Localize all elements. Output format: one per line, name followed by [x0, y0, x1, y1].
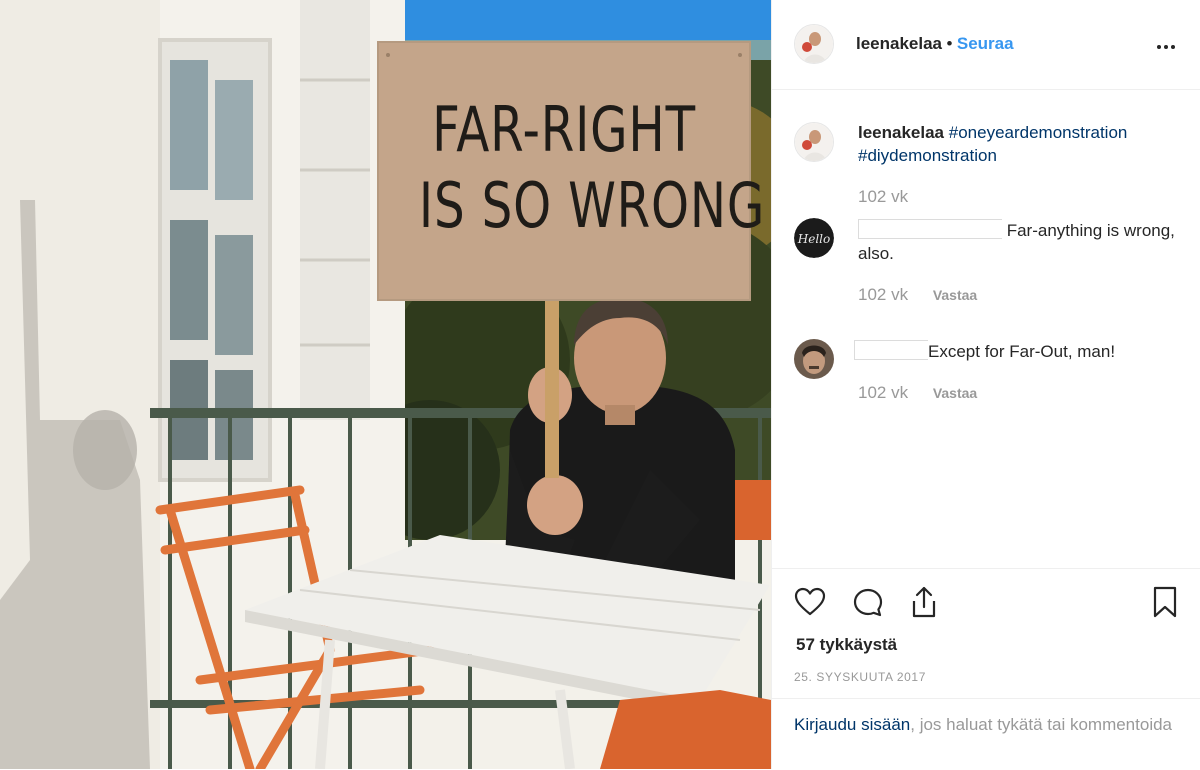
- sign-line-2: IS SO WRONG: [418, 169, 766, 242]
- redacted-username: [854, 340, 928, 360]
- reply-button[interactable]: Vastaa: [933, 287, 977, 303]
- svg-text:Hello: Hello: [797, 232, 830, 246]
- hashtag-link[interactable]: #oneyeardemonstration: [949, 123, 1128, 142]
- comment-text: Except for Far-Out, man!: [854, 340, 1174, 363]
- author-username[interactable]: leenakelaa: [856, 34, 942, 53]
- post-date: 25. SYYSKUUTA 2017: [794, 670, 926, 684]
- post-photo: FAR-RIGHT IS SO WRONG: [0, 0, 771, 769]
- commenter-avatar[interactable]: [794, 339, 834, 379]
- caption-avatar[interactable]: [794, 122, 834, 162]
- reply-button[interactable]: Vastaa: [933, 385, 977, 401]
- comment-age: 102 vk: [858, 285, 909, 304]
- commenter-avatar[interactable]: Hello: [794, 218, 834, 258]
- post-sidebar: leenakelaa • Seuraa leenakelaa #oneyeard…: [771, 0, 1200, 769]
- comment-icon[interactable]: [852, 587, 884, 624]
- sign-line-1: FAR-RIGHT: [432, 93, 696, 166]
- follow-button[interactable]: Seuraa: [957, 34, 1014, 53]
- commenter-avatar-image: Hello: [794, 218, 834, 258]
- caption-username[interactable]: leenakelaa: [858, 123, 944, 142]
- bookmark-icon[interactable]: [1152, 586, 1178, 623]
- comment-meta: 102 vk Vastaa: [858, 285, 977, 305]
- comment-body: Except for Far-Out, man!: [928, 342, 1116, 361]
- sign-text: FAR-RIGHT IS SO WRONG: [418, 92, 766, 244]
- login-prompt-text: , jos haluat tykätä tai kommentoida: [910, 715, 1172, 734]
- author-avatar[interactable]: [794, 24, 834, 64]
- caption-text: leenakelaa #oneyeardemonstration #diydem…: [858, 121, 1178, 167]
- commenter-avatar-image: [794, 339, 834, 379]
- post-actions: 57 tykkäystä 25. SYYSKUUTA 2017 Kirjaudu…: [772, 568, 1200, 770]
- like-count[interactable]: 57 tykkäystä: [796, 635, 897, 655]
- comment-text: Far-anything is wrong, also.: [858, 219, 1178, 265]
- separator-dot: •: [946, 34, 953, 53]
- share-icon[interactable]: [908, 585, 940, 624]
- caption-avatar-image: [795, 123, 833, 161]
- caption-meta: 102 vk: [858, 187, 908, 207]
- redacted-username: [858, 219, 1002, 239]
- comment-meta: 102 vk Vastaa: [858, 383, 977, 403]
- login-link[interactable]: Kirjaudu sisään: [794, 715, 910, 734]
- more-icon[interactable]: [1157, 36, 1179, 54]
- heart-icon[interactable]: [794, 587, 826, 622]
- login-prompt: Kirjaudu sisään, jos haluat tykätä tai k…: [772, 698, 1200, 770]
- post-header: leenakelaa • Seuraa: [772, 0, 1200, 90]
- caption-age: 102 vk: [858, 187, 909, 206]
- hashtag-link[interactable]: #diydemonstration: [858, 146, 997, 165]
- comment-age: 102 vk: [858, 383, 909, 402]
- author-avatar-image: [795, 25, 833, 63]
